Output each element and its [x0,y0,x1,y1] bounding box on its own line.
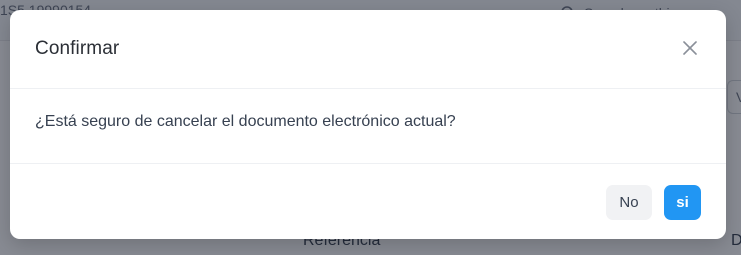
dialog-body: ¿Está seguro de cancelar el documento el… [10,89,726,164]
yes-button[interactable]: si [664,185,701,220]
dialog-header: Confirmar [10,10,726,89]
no-button[interactable]: No [606,185,652,220]
dialog-title: Confirmar [35,38,120,59]
close-icon [683,41,697,55]
confirm-dialog: Confirmar ¿Está seguro de cancelar el do… [10,10,726,239]
dialog-footer: No si [10,164,726,239]
close-button[interactable] [680,38,700,58]
dialog-message: ¿Está seguro de cancelar el documento el… [35,113,456,130]
